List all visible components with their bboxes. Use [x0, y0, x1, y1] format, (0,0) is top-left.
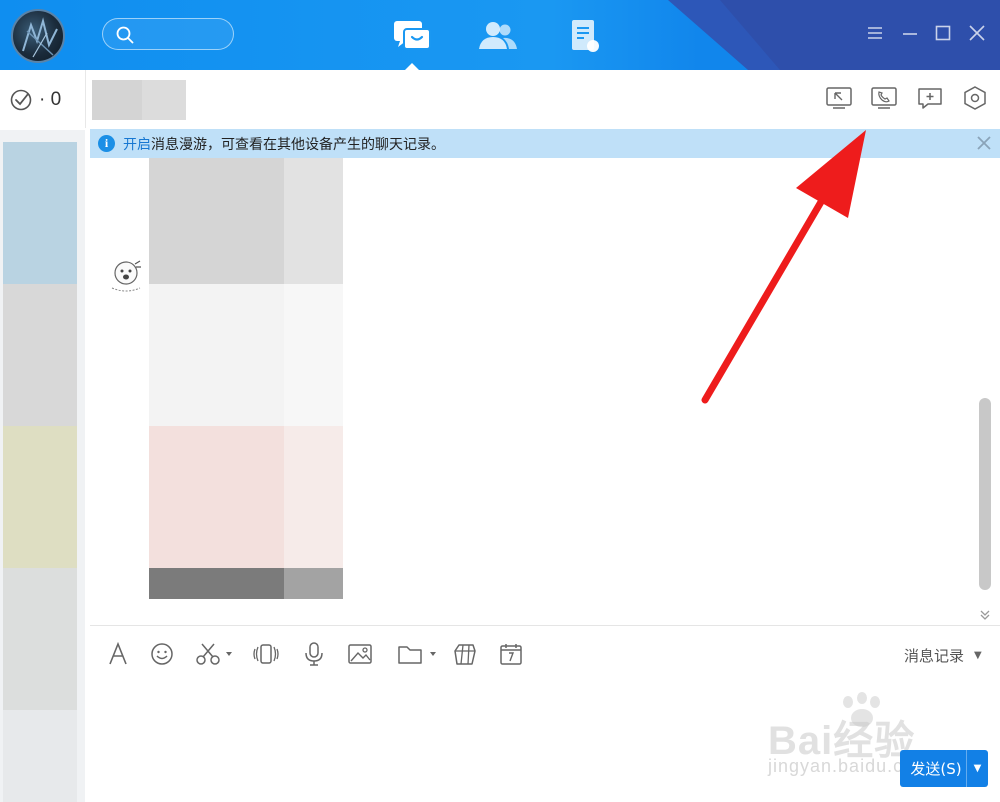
image-message-block[interactable] [149, 426, 284, 568]
chat-settings-button[interactable] [960, 84, 990, 112]
unread-counter[interactable]: · 0 [0, 70, 85, 130]
caret-down-icon: ▼ [974, 650, 982, 661]
close-icon [977, 136, 991, 150]
font-icon [109, 642, 127, 665]
top-bar [0, 0, 1000, 70]
message-history-label: 消息记录 [904, 647, 965, 665]
message-history-button[interactable]: 消息记录 ▼ [904, 645, 982, 666]
send-file-button[interactable] [396, 640, 438, 668]
gift-icon [454, 644, 476, 665]
smiley-icon [151, 643, 173, 665]
scroll-to-bottom-button[interactable] [978, 606, 992, 620]
voice-call-button[interactable] [869, 84, 899, 112]
close-icon [969, 25, 985, 41]
image-message-block[interactable] [284, 158, 343, 284]
folder-icon [398, 646, 436, 664]
list-item[interactable] [3, 568, 77, 710]
screen-share-button[interactable] [824, 84, 854, 112]
maximize-button[interactable] [932, 22, 954, 44]
check-circle-icon [10, 89, 32, 111]
image-message-block[interactable] [149, 158, 284, 284]
image-message-block[interactable] [284, 284, 343, 426]
add-chat-icon [918, 88, 942, 109]
chevron-down-icon [980, 610, 990, 620]
add-member-button[interactable] [915, 84, 945, 112]
list-item[interactable] [3, 284, 77, 426]
contact-name[interactable] [92, 80, 186, 120]
maximize-icon [935, 25, 951, 41]
minimize-icon [903, 33, 917, 35]
image-message-block[interactable] [284, 426, 343, 568]
roaming-notice-bar: i 开启 消息漫游，可查看在其他设备产生的聊天记录。 [90, 129, 1000, 158]
image-message-block[interactable] [149, 284, 284, 426]
active-tab-indicator [404, 63, 420, 70]
voice-message-button[interactable] [300, 640, 328, 668]
notice-text: 消息漫游，可查看在其他设备产生的聊天记录。 [151, 136, 445, 153]
sender-avatar-sticker[interactable] [108, 258, 144, 296]
minimize-button[interactable] [899, 22, 921, 44]
image-message-block[interactable] [149, 568, 284, 599]
tab-contacts[interactable] [476, 14, 520, 58]
image-icon [348, 644, 372, 664]
user-avatar[interactable] [11, 9, 65, 63]
list-item[interactable] [3, 710, 77, 802]
contacts-icon [479, 22, 517, 49]
emoji-button[interactable] [148, 640, 176, 668]
font-button[interactable] [104, 640, 132, 668]
shake-icon [253, 644, 279, 664]
close-button[interactable] [966, 22, 988, 44]
calendar-icon [500, 644, 522, 665]
qq-chat-window: · 0 i 开启 消息漫游，可查看在其他设备产生的聊天记录。 消息记录 ▼ Ba… [0, 0, 1000, 802]
enable-roaming-link[interactable]: 开启 [123, 134, 151, 154]
settings-hexagon-icon [964, 86, 986, 110]
calendar-button[interactable] [497, 640, 525, 668]
screenshot-button[interactable] [194, 640, 234, 668]
list-item[interactable] [3, 426, 77, 568]
send-image-button[interactable] [346, 640, 374, 668]
input-toolbar [90, 626, 1000, 682]
search-icon [116, 26, 134, 44]
notice-close-button[interactable] [974, 133, 994, 153]
send-button[interactable]: 发送(S) ▼ [900, 750, 988, 787]
chat-header [85, 70, 1000, 128]
unread-count: · 0 [39, 89, 62, 110]
shake-window-button[interactable] [252, 640, 280, 668]
list-item[interactable] [3, 142, 77, 284]
gift-button[interactable] [451, 640, 479, 668]
tab-space[interactable] [562, 14, 606, 58]
scissors-icon [196, 643, 232, 665]
menu-button[interactable] [864, 22, 886, 44]
screen-share-icon [826, 87, 852, 109]
menu-icon [868, 27, 882, 39]
search-box[interactable] [102, 18, 234, 50]
phone-icon [871, 87, 897, 109]
tab-messages[interactable] [390, 14, 434, 58]
image-message-block[interactable] [284, 568, 343, 599]
document-icon [572, 20, 599, 52]
message-scrollbar[interactable] [979, 398, 991, 590]
message-icon [394, 21, 431, 50]
microphone-icon [305, 642, 323, 666]
info-icon: i [98, 135, 115, 152]
send-options-caret-icon[interactable]: ▼ [966, 750, 988, 787]
send-label: 发送(S) [910, 760, 962, 778]
